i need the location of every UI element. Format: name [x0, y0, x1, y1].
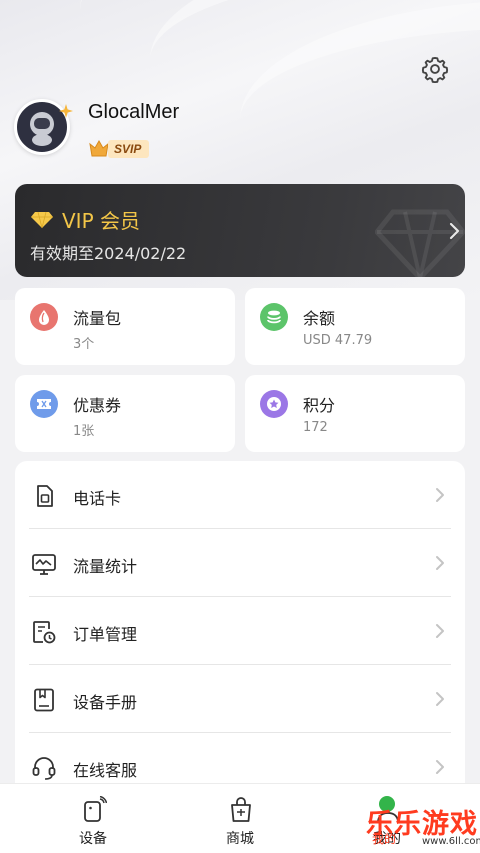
username: GlocalMer: [88, 101, 180, 123]
tile-coupon[interactable]: 优惠券 1张: [15, 375, 235, 452]
menu-item-label: 电话卡: [73, 489, 122, 508]
chevron-right-icon: [436, 692, 444, 706]
tile-value: 172: [303, 420, 328, 435]
tile-label: 流量包: [73, 309, 122, 328]
menu-item-data-stats[interactable]: 流量统计: [15, 529, 465, 597]
menu-item-device-manual[interactable]: 设备手册: [15, 665, 465, 733]
chevron-right-icon: [436, 624, 444, 638]
tile-data-package[interactable]: 流量包 3个: [15, 288, 235, 365]
crown-icon: [89, 139, 109, 157]
coins-icon: [260, 303, 288, 331]
diamond-watermark-icon: [375, 209, 465, 277]
shop-bag-icon: [231, 797, 251, 822]
tab-device[interactable]: 设备: [63, 794, 123, 850]
data-package-icon: [30, 303, 58, 331]
manual-book-icon: [34, 688, 54, 712]
svip-label: SVIP: [108, 140, 150, 158]
monitor-chart-icon: [32, 554, 56, 575]
menu-item-label: 在线客服: [73, 761, 138, 780]
menu-item-sim-card[interactable]: 电话卡: [15, 461, 465, 529]
order-clock-icon: [33, 621, 56, 644]
headset-icon: [32, 757, 56, 780]
chevron-right-icon: [449, 222, 460, 240]
star-points-icon: [260, 390, 288, 418]
menu-item-label: 流量统计: [73, 557, 138, 576]
tile-points[interactable]: 积分 172: [245, 375, 465, 452]
tile-label: 余额: [303, 309, 336, 328]
svip-badge: SVIP: [88, 138, 150, 160]
vip-expiry-date: 有效期至2024/02/22: [30, 244, 187, 263]
vip-membership-card[interactable]: VIP 会员 有效期至2024/02/22: [15, 184, 465, 277]
diamond-icon: [31, 211, 53, 228]
settings-menu: 电话卡 流量统计 订单管理 设备手册 在线客服: [15, 461, 465, 801]
chevron-right-icon: [436, 556, 444, 570]
tab-label: 商城: [226, 831, 254, 847]
tile-label: 优惠券: [73, 396, 122, 415]
watermark-url: www.6ll.com: [422, 836, 480, 847]
tile-value: 3个: [73, 337, 95, 352]
site-watermark: 乐乐游戏 我的 www.6ll.com: [362, 794, 480, 853]
tab-label: 设备: [79, 831, 107, 847]
vip-title: VIP 会员: [62, 209, 140, 233]
chevron-right-icon: [436, 760, 444, 774]
tile-value: USD 47.79: [303, 333, 373, 348]
coupon-icon: [30, 390, 58, 418]
avatar[interactable]: [14, 99, 73, 155]
tile-label: 积分: [303, 396, 336, 415]
sim-card-icon: [37, 485, 53, 507]
astronaut-avatar-icon: [30, 112, 54, 146]
tab-shop[interactable]: 商城: [210, 794, 270, 850]
settings-button[interactable]: [420, 54, 450, 84]
watermark-tab-overlay: 我的: [372, 832, 397, 846]
tile-value: 1张: [73, 424, 95, 439]
sparkle-icon: [59, 104, 73, 118]
tile-balance[interactable]: 余额 USD 47.79: [245, 288, 465, 365]
menu-item-orders[interactable]: 订单管理: [15, 597, 465, 665]
menu-item-label: 订单管理: [73, 625, 138, 644]
menu-item-label: 设备手册: [73, 693, 138, 712]
gear-icon: [421, 56, 449, 83]
chevron-right-icon: [436, 488, 444, 502]
device-icon: [84, 796, 107, 822]
